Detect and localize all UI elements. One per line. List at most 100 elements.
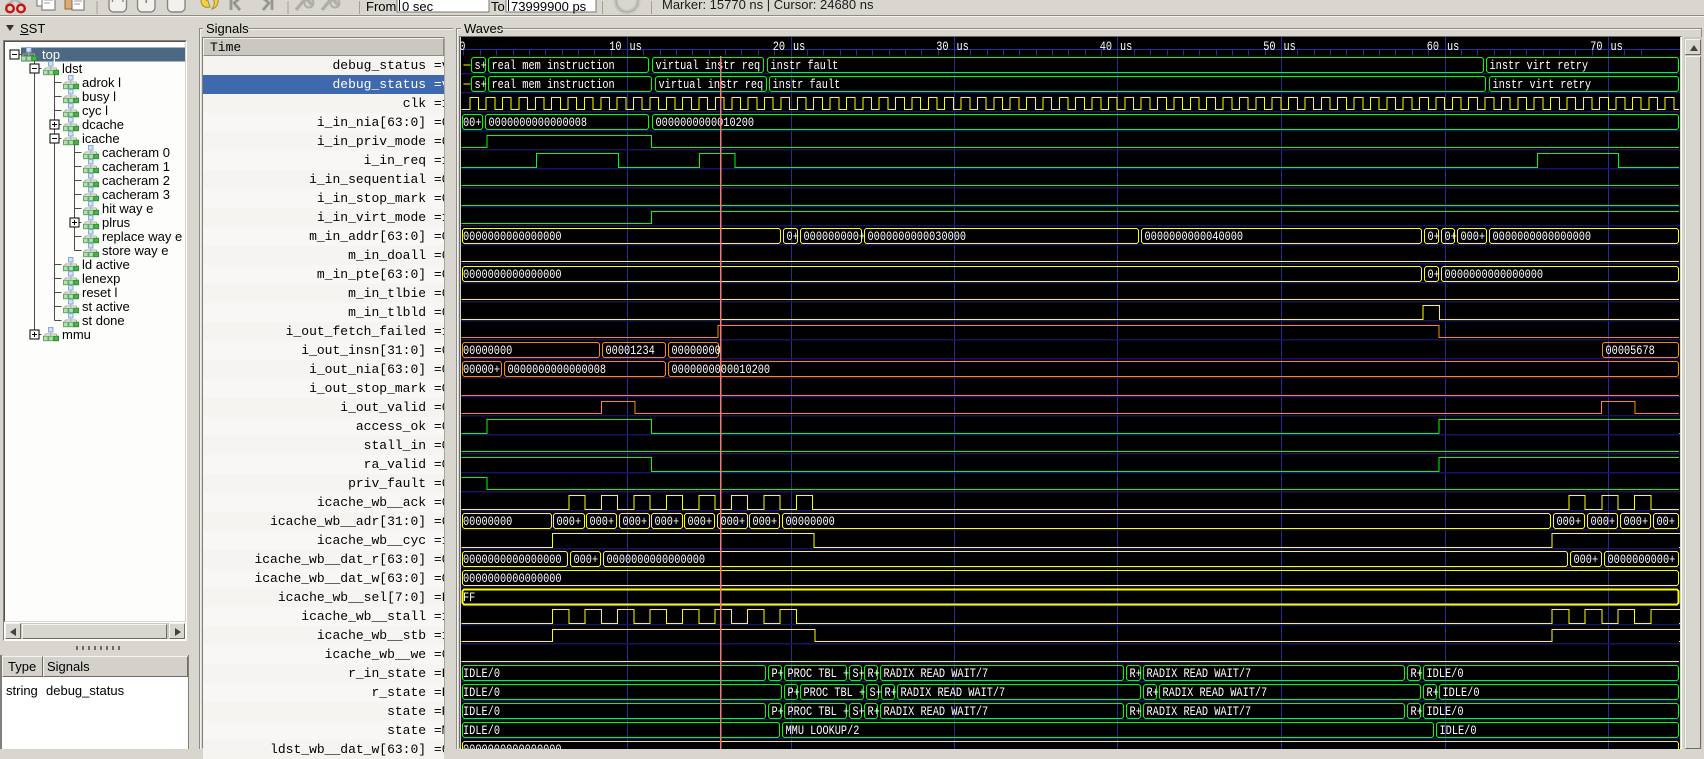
svg-text:P+: P+	[771, 704, 783, 719]
svg-text:us: us	[1283, 39, 1295, 54]
svg-text:R+: R+	[884, 685, 896, 700]
svg-text:S+: S+	[869, 685, 881, 700]
svg-text:us: us	[1610, 39, 1622, 54]
svg-text:R+: R+	[867, 666, 879, 681]
svg-text:reset l: reset l	[82, 285, 118, 300]
svg-text:R+: R+	[1410, 704, 1422, 719]
svg-text:000+: 000+	[720, 514, 745, 529]
svg-text:R+: R+	[1410, 666, 1422, 681]
svg-text:R+: R+	[1146, 685, 1158, 700]
svg-text:30: 30	[936, 39, 948, 54]
svg-text:IDLE/0: IDLE/0	[1426, 666, 1463, 681]
svg-text:RADIX READ WAIT/7: RADIX READ WAIT/7	[1146, 704, 1251, 719]
svg-text:IDLE/0: IDLE/0	[463, 685, 500, 700]
svg-text:FF: FF	[463, 590, 475, 605]
svg-text:40: 40	[1099, 39, 1111, 54]
svg-text:real mem instruction: real mem instruction	[491, 77, 614, 92]
svg-text:us: us	[956, 39, 968, 54]
svg-text:50: 50	[1263, 39, 1275, 54]
svg-text:000000000+: 000000000+	[803, 229, 865, 244]
svg-text:000+: 000+	[622, 514, 647, 529]
svg-text:0000000000000000: 0000000000000000	[463, 552, 562, 567]
svg-text:instr virt retry: instr virt retry	[1489, 58, 1588, 73]
svg-text:RADIX READ WAIT/7: RADIX READ WAIT/7	[900, 685, 1005, 700]
svg-text:00000000: 00000000	[785, 514, 834, 529]
svg-text:000+: 000+	[589, 514, 614, 529]
svg-text:000+: 000+	[556, 514, 581, 529]
svg-text:0+: 0+	[1427, 229, 1439, 244]
svg-text:0+: 0+	[786, 229, 798, 244]
svg-text:P+: P+	[771, 666, 783, 681]
svg-text:real mem instruction: real mem instruction	[491, 58, 614, 73]
svg-text:adrok l: adrok l	[82, 75, 121, 90]
svg-text:us: us	[1120, 39, 1132, 54]
svg-text:RADIX READ WAIT/7: RADIX READ WAIT/7	[883, 704, 988, 719]
svg-text:RADIX READ WAIT/7: RADIX READ WAIT/7	[883, 666, 988, 681]
svg-text:0000000000000000: 0000000000000000	[606, 552, 705, 567]
svg-text:0000000000+: 0000000000+	[1607, 552, 1675, 567]
svg-text:000+: 000+	[1556, 514, 1581, 529]
svg-text:000+: 000+	[687, 514, 712, 529]
svg-text:ld active: ld active	[82, 257, 130, 272]
svg-text:instr virt retry: instr virt retry	[1492, 77, 1591, 92]
svg-text:PROC TBL +: PROC TBL +	[803, 685, 865, 700]
svg-text:RADIX READ WAIT/7: RADIX READ WAIT/7	[1162, 685, 1267, 700]
svg-text:PROC TBL +: PROC TBL +	[787, 666, 849, 681]
svg-text:us: us	[629, 39, 641, 54]
svg-text:S+: S+	[852, 666, 864, 681]
svg-text:replace way e: replace way e	[102, 229, 182, 244]
svg-text:0000000000000000: 0000000000000000	[1492, 229, 1591, 244]
svg-text:cacheram 0: cacheram 0	[102, 145, 170, 160]
svg-text:0000000000040000: 0000000000040000	[1144, 229, 1243, 244]
svg-text:s+: s+	[474, 77, 486, 92]
svg-text:busy l: busy l	[82, 89, 116, 104]
svg-text:hit way e: hit way e	[102, 201, 153, 216]
svg-text:000+: 000+	[1460, 229, 1485, 244]
svg-text:0000000000010200: 0000000000010200	[655, 115, 754, 130]
svg-text:10: 10	[609, 39, 621, 54]
svg-text:R+: R+	[1129, 666, 1141, 681]
svg-text:0000000000000008: 0000000000000008	[507, 362, 606, 377]
svg-text:R+: R+	[1129, 704, 1141, 719]
svg-text:P+: P+	[787, 685, 799, 700]
svg-text:top: top	[42, 47, 60, 62]
svg-text:0000000000000000: 0000000000000000	[1444, 267, 1543, 282]
svg-text:cacheram 3: cacheram 3	[102, 187, 170, 202]
svg-text:Marker: 15770 ns | Cursor: 2: Marker: 15770 ns | Cursor: 24680 ns	[662, 0, 874, 12]
svg-text:73999900 ps: 73999900 ps	[511, 0, 587, 14]
svg-text:mmu: mmu	[62, 327, 91, 342]
svg-text:RADIX READ WAIT/7: RADIX READ WAIT/7	[1146, 666, 1251, 681]
svg-text:00000000: 00000000	[463, 343, 512, 358]
svg-text:000+: 000+	[1573, 552, 1598, 567]
svg-text:IDLE/0: IDLE/0	[463, 723, 500, 738]
svg-text:000+: 000+	[752, 514, 777, 529]
svg-text:000+: 000+	[654, 514, 679, 529]
svg-text:R+: R+	[1426, 685, 1438, 700]
svg-text:IDLE/0: IDLE/0	[463, 666, 500, 681]
svg-text:virtual instr req: virtual instr req	[655, 58, 760, 73]
svg-text:IDLE/0: IDLE/0	[1426, 704, 1463, 719]
svg-text:st done: st done	[82, 313, 125, 328]
svg-text:plrus: plrus	[102, 215, 131, 230]
svg-text:0000000000000000: 0000000000000000	[463, 229, 562, 244]
svg-text:0 sec: 0 sec	[402, 0, 434, 14]
svg-text:0+: 0+	[1427, 267, 1439, 282]
svg-text:0000000000000008: 0000000000000008	[488, 115, 587, 130]
svg-text:0000000000000000: 0000000000000000	[463, 571, 562, 586]
svg-text:00+: 00+	[463, 115, 482, 130]
svg-text:000+: 000+	[1590, 514, 1615, 529]
svg-text:PROC TBL +: PROC TBL +	[787, 704, 849, 719]
svg-text:0: 0	[461, 39, 466, 54]
svg-text:IDLE/0: IDLE/0	[463, 704, 500, 719]
svg-text:st active: st active	[82, 299, 130, 314]
svg-text:0000000000000000: 0000000000000000	[463, 267, 562, 282]
svg-text:00005678: 00005678	[1605, 343, 1654, 358]
svg-text:virtual instr req: virtual instr req	[658, 77, 763, 92]
svg-text:dcache: dcache	[82, 117, 124, 132]
svg-text:MMU LOOKUP/2: MMU LOOKUP/2	[785, 723, 859, 738]
svg-text:S+: S+	[852, 704, 864, 719]
svg-text:60: 60	[1426, 39, 1438, 54]
svg-text:instr fault: instr fault	[772, 77, 840, 92]
svg-text:cyc l: cyc l	[82, 103, 108, 118]
svg-text:20: 20	[772, 39, 784, 54]
